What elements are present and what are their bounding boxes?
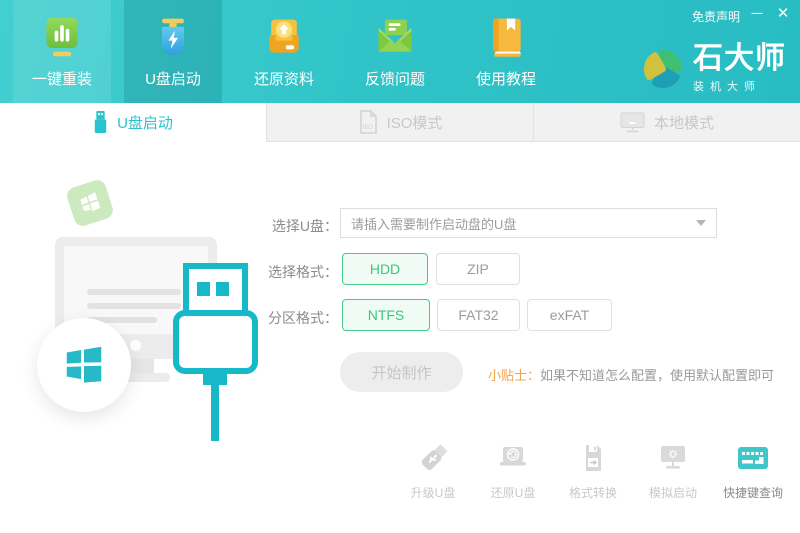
feedback-icon — [373, 15, 417, 59]
main-nav: 一键重装 U盘启动 — [13, 0, 555, 103]
nav-tab-restore-data[interactable]: 还原资料 — [235, 0, 333, 103]
usb-plug-illustration — [160, 258, 270, 443]
disclaimer-link[interactable]: 免责声明 — [692, 8, 740, 25]
monitor-camera-dot — [130, 340, 141, 351]
restore-usb-icon — [495, 440, 531, 476]
partition-option-ntfs[interactable]: NTFS — [342, 299, 430, 331]
nav-tab-label: 还原资料 — [254, 68, 314, 89]
reinstall-icon — [40, 15, 84, 59]
app-window: 一键重装 U盘启动 — [0, 0, 800, 533]
brand-swirl-icon — [641, 45, 685, 93]
brand-logo: 石大师 装机大师 — [641, 44, 786, 94]
partition-label: 分区格式： — [238, 308, 338, 328]
tool-restore-usb[interactable]: 还原U盘 — [473, 440, 553, 501]
mode-tab-label: U盘启动 — [117, 112, 173, 133]
format-option-zip[interactable]: ZIP — [436, 253, 520, 285]
usb-select-dropdown[interactable]: 请插入需要制作启动盘的U盘 — [340, 208, 717, 238]
partition-option-exfat[interactable]: exFAT — [527, 299, 612, 331]
mode-tabbar: U盘启动 ISO ISO模式 本地模式 — [0, 103, 800, 142]
tool-hotkey-lookup[interactable]: 快捷键查询 — [713, 440, 793, 501]
iso-file-icon: ISO — [358, 110, 378, 134]
partition-option-fat32[interactable]: FAT32 — [437, 299, 520, 331]
nav-tab-label: U盘启动 — [145, 68, 201, 89]
tool-label: 升级U盘 — [411, 484, 456, 501]
nav-tab-label: 一键重装 — [32, 68, 92, 89]
nav-tab-reinstall[interactable]: 一键重装 — [13, 0, 111, 103]
windows-green-tile — [65, 178, 115, 228]
usb-select-label: 选择U盘： — [238, 216, 338, 236]
tool-label: 还原U盘 — [491, 484, 536, 501]
nav-tab-label: 反馈问题 — [365, 68, 425, 89]
format-label: 选择格式： — [238, 262, 338, 282]
tutorial-icon — [484, 15, 528, 59]
tool-label: 模拟启动 — [649, 484, 697, 501]
hotkey-keyboard-icon — [735, 440, 771, 476]
tool-format-convert[interactable]: 格式转换 — [553, 440, 633, 501]
usb-select-placeholder: 请插入需要制作启动盘的U盘 — [351, 214, 696, 233]
mode-tab-local[interactable]: 本地模式 — [533, 103, 800, 142]
format-convert-icon — [575, 440, 611, 476]
tool-label: 格式转换 — [569, 484, 617, 501]
chevron-down-icon — [696, 220, 706, 226]
minimize-button[interactable]: ─ — [746, 2, 768, 26]
mode-tab-label: ISO模式 — [387, 112, 443, 133]
tool-label: 快捷键查询 — [723, 484, 783, 501]
usb-boot-icon — [151, 15, 195, 59]
tip-body: 如果不知道怎么配置，使用默认配置即可 — [540, 368, 774, 383]
footer-toolbar: 升级U盘 还原U盘 格式转换 — [393, 440, 793, 501]
header-bar: 一键重装 U盘启动 — [0, 0, 800, 103]
mode-tab-label: 本地模式 — [654, 112, 714, 133]
format-option-hdd[interactable]: HDD — [342, 253, 428, 285]
local-monitor-icon — [620, 112, 645, 133]
start-create-button[interactable]: 开始制作 — [340, 352, 463, 392]
tip-prefix: 小贴士： — [488, 368, 540, 383]
svg-text:ISO: ISO — [362, 125, 373, 131]
usb-stick-icon — [93, 111, 108, 134]
brand-text: 石大师 装机大师 — [693, 44, 786, 94]
windows-circle-badge — [37, 318, 131, 412]
brand-name: 石大师 — [693, 44, 786, 74]
nav-tab-usb-boot[interactable]: U盘启动 — [124, 0, 222, 103]
mode-tab-iso[interactable]: ISO ISO模式 — [266, 103, 533, 142]
close-button[interactable]: ✕ — [772, 2, 794, 26]
tool-simulate-boot[interactable]: 模拟启动 — [633, 440, 713, 501]
restore-data-icon — [262, 15, 306, 59]
monitor-stand-neck — [128, 359, 154, 374]
nav-tab-label: 使用教程 — [476, 68, 536, 89]
windows-flag-icon — [61, 342, 107, 388]
windows-logo-icon — [76, 189, 104, 217]
simulate-boot-icon — [655, 440, 691, 476]
nav-tab-feedback[interactable]: 反馈问题 — [346, 0, 444, 103]
mode-tab-usb-boot[interactable]: U盘启动 — [0, 103, 266, 142]
nav-tab-tutorial[interactable]: 使用教程 — [457, 0, 555, 103]
tool-upgrade-usb[interactable]: 升级U盘 — [393, 440, 473, 501]
upgrade-usb-icon — [415, 440, 451, 476]
brand-subtitle: 装机大师 — [693, 78, 786, 94]
tip-text: 小贴士：如果不知道怎么配置，使用默认配置即可 — [488, 365, 774, 384]
